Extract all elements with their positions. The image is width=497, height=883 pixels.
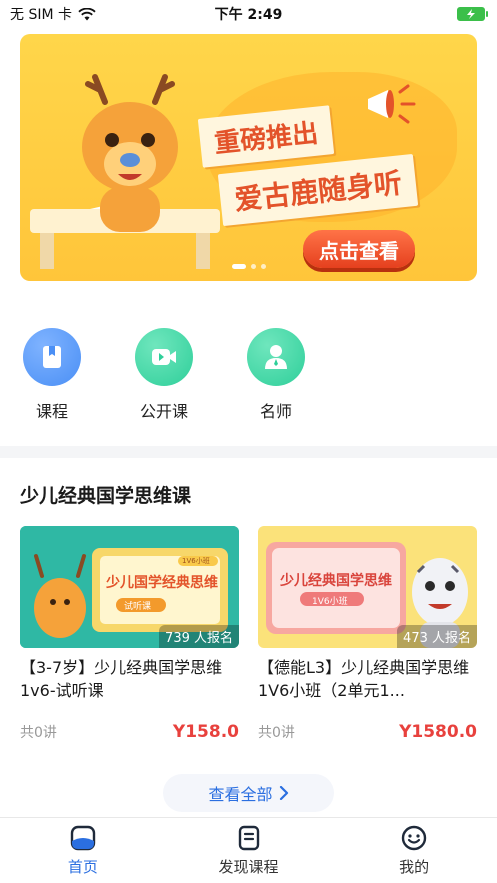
course-card[interactable]: 少儿经典国学思维 1V6小班 473 人报名 【德能L3】少儿经典国学思维1V6… (258, 526, 477, 742)
banner-subheadline: 爱古鹿随身听 (217, 153, 419, 227)
carousel-dot[interactable] (260, 264, 266, 269)
thumbnail-tag: 试听课 (124, 602, 152, 612)
chevron-right-icon (279, 786, 288, 800)
status-bar: 无 SIM 卡 下午 2:49 (0, 0, 497, 28)
tab-bar: 首页 发现课程 我的 (0, 817, 497, 883)
battery-icon (457, 7, 488, 21)
view-all-button[interactable]: 查看全部 (163, 774, 334, 812)
clock: 下午 2:49 (214, 7, 283, 23)
carrier-label: 无 SIM 卡 (10, 7, 72, 23)
course-thumbnail: 少儿经典国学思维 1V6小班 473 人报名 (258, 526, 477, 648)
deer-mascot (82, 74, 178, 232)
carousel-indicator (20, 264, 477, 269)
tab-label: 我的 (399, 857, 430, 876)
banner-cta-button[interactable]: 点击查看 (303, 230, 415, 268)
tab-home[interactable]: 首页 (0, 818, 166, 883)
smile-icon (401, 825, 427, 850)
view-all-label: 查看全部 (208, 785, 273, 804)
tab-discover-courses[interactable]: 发现课程 (166, 818, 332, 883)
tab-profile[interactable]: 我的 (331, 818, 497, 883)
section-divider (0, 446, 497, 458)
course-title: 【3-7岁】少儿经典国学思维1v6-试听课 (20, 658, 223, 700)
section-title: 少儿经典国学思维课 (20, 485, 192, 507)
carousel-dot[interactable] (231, 264, 246, 269)
quick-link-label: 名师 (259, 402, 292, 421)
quick-link-teachers[interactable]: 名师 (246, 328, 306, 422)
quick-links: 课程 公开课 名师 (22, 328, 306, 422)
promo-banner[interactable]: 重磅推出 爱古鹿随身听 点击查看 (20, 34, 477, 281)
thumbnail-title: 少儿国学经典思维 (106, 575, 218, 591)
course-price: Y1580.0 (399, 722, 477, 742)
quick-link-courses[interactable]: 课程 (22, 328, 82, 422)
course-thumbnail: 1V6小班 少儿国学经典思维 试听课 739 人报名 (20, 526, 239, 648)
video-icon (152, 349, 176, 365)
tab-label: 发现课程 (218, 857, 279, 876)
quick-link-label: 课程 (35, 402, 68, 421)
home-icon (70, 825, 96, 850)
lesson-count: 共0讲 (258, 725, 295, 741)
enroll-count: 473 人报名 (397, 625, 477, 648)
wifi-icon (78, 7, 96, 20)
teacher-icon (265, 345, 287, 369)
tab-label: 首页 (67, 857, 98, 876)
enroll-count: 739 人报名 (159, 625, 239, 648)
thumbnail-title: 少儿经典国学思维 (280, 573, 392, 589)
quick-link-open-class[interactable]: 公开课 (134, 328, 194, 422)
thumbnail-tag: 1V6小班 (312, 597, 348, 607)
carousel-dot[interactable] (250, 264, 256, 269)
thumbnail-badge: 1V6小班 (182, 557, 210, 565)
course-title: 【德能L3】少儿经典国学思维1V6小班（2单元1... (258, 658, 470, 700)
quick-link-label: 公开课 (139, 402, 188, 421)
course-card[interactable]: 1V6小班 少儿国学经典思维 试听课 739 人报名 【3-7岁】少儿经典国学思… (20, 526, 239, 742)
lesson-count: 共0讲 (20, 725, 57, 741)
course-price: Y158.0 (172, 722, 239, 742)
banner-headline: 重磅推出 (197, 105, 335, 168)
book-icon (43, 346, 61, 368)
document-icon (238, 825, 259, 850)
